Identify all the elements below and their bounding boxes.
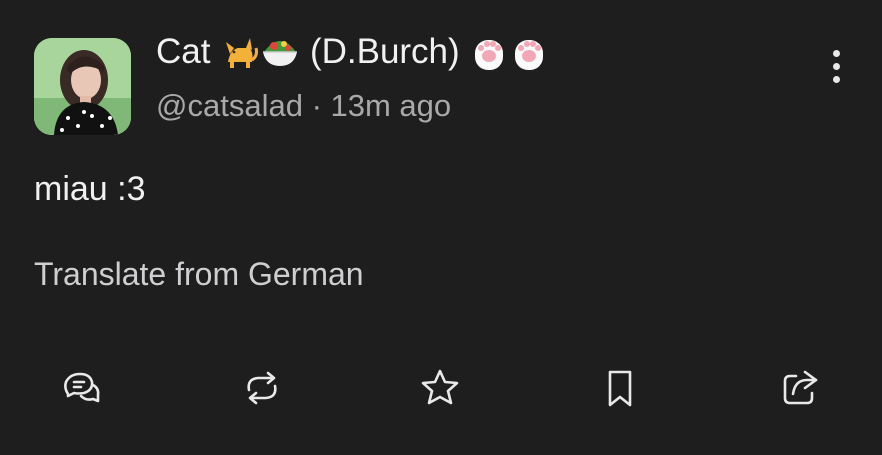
more-dot-icon xyxy=(832,62,840,70)
boost-button[interactable] xyxy=(236,360,288,416)
action-bar xyxy=(0,360,882,416)
paw-emoji-icon xyxy=(475,40,504,70)
share-button[interactable] xyxy=(774,360,826,416)
favourite-icon xyxy=(421,369,459,405)
more-dot-icon xyxy=(832,49,840,57)
avatar[interactable] xyxy=(34,38,131,135)
post-content: miau :3 xyxy=(34,170,146,208)
favourite-button[interactable] xyxy=(414,360,466,416)
handle[interactable]: @catsalad xyxy=(156,88,303,123)
cat-emoji-icon xyxy=(226,38,259,68)
more-options-button[interactable] xyxy=(820,44,852,88)
status-post: Cat (D.Burch) @catsalad · 13m ago miau:… xyxy=(0,0,882,455)
share-icon xyxy=(783,370,818,405)
salad-emoji-icon xyxy=(263,41,298,66)
display-name[interactable]: Cat (D.Burch) xyxy=(156,30,549,74)
timestamp[interactable]: 13m ago xyxy=(331,88,452,123)
paw-emoji-icon xyxy=(515,40,544,70)
bookmark-icon xyxy=(608,370,632,407)
translate-button[interactable]: Translate from German xyxy=(34,254,364,294)
reply-icon xyxy=(64,372,100,403)
post-meta: @catsalad · 13m ago xyxy=(156,86,451,126)
bookmark-button[interactable] xyxy=(594,360,646,416)
meta-separator: · xyxy=(311,88,322,123)
boost-icon xyxy=(247,371,277,405)
more-dot-icon xyxy=(832,75,840,83)
display-name-suffix: (D.Burch) xyxy=(309,32,460,71)
display-name-prefix: Cat xyxy=(156,32,211,71)
reply-button[interactable] xyxy=(56,360,108,416)
